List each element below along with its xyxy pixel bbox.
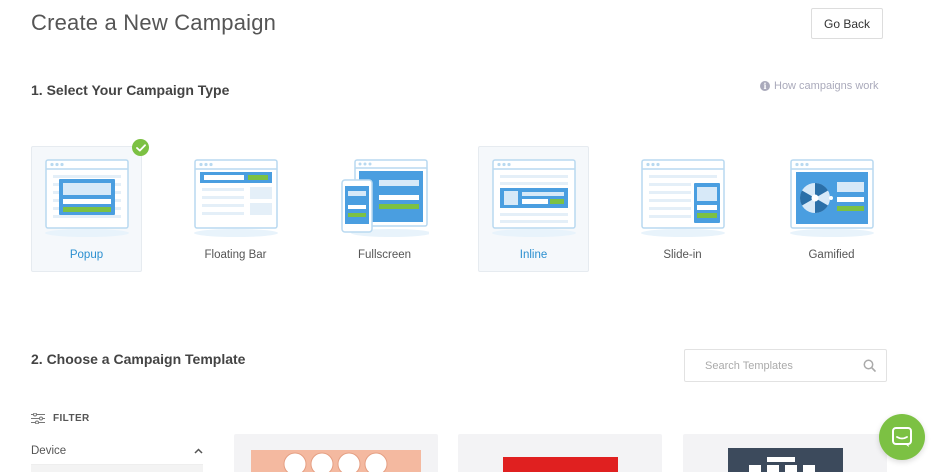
popup-illustration-icon <box>45 159 129 237</box>
campaign-type-label: Fullscreen <box>357 249 412 261</box>
selected-check-icon <box>132 139 149 156</box>
campaign-type-inline[interactable]: Inline <box>478 146 589 272</box>
campaign-type-label: Slide-in <box>663 249 702 261</box>
template-thumbnail <box>728 448 843 472</box>
chat-icon <box>892 427 912 447</box>
template-card[interactable] <box>234 434 438 472</box>
search-templates-box <box>684 349 887 382</box>
slide-in-illustration-icon <box>641 159 725 237</box>
template-thumbnail <box>503 457 618 472</box>
template-thumbnail <box>251 450 421 472</box>
fullscreen-illustration-icon <box>341 159 429 237</box>
section-title-campaign-type: 1. Select Your Campaign Type <box>31 82 230 98</box>
info-icon: i <box>760 81 770 91</box>
device-filter-header[interactable]: Device <box>31 445 203 457</box>
device-filter-label: Device <box>31 445 67 457</box>
campaign-type-gamified[interactable]: Gamified <box>776 146 887 272</box>
chevron-up-icon <box>194 448 203 454</box>
filter-sliders-icon <box>31 413 45 424</box>
template-card[interactable] <box>683 434 887 472</box>
device-filter-divider <box>31 464 203 472</box>
chat-support-button[interactable] <box>879 414 925 460</box>
campaign-type-label: Popup <box>69 249 104 261</box>
filter-toggle[interactable]: FILTER <box>31 413 90 424</box>
campaign-type-label: Inline <box>519 249 548 261</box>
campaign-type-slide-in[interactable]: Slide-in <box>627 146 738 272</box>
page-title: Create a New Campaign <box>31 10 277 35</box>
filter-label: FILTER <box>53 413 90 424</box>
floating-bar-illustration-icon <box>194 159 278 237</box>
campaign-type-list: Popup Floating Bar Fullscreen Inline Sli… <box>31 146 891 272</box>
section-title-campaign-template: 2. Choose a Campaign Template <box>31 351 246 367</box>
campaign-type-floating-bar[interactable]: Floating Bar <box>180 146 291 272</box>
how-campaigns-work-link[interactable]: i How campaigns work <box>760 80 879 92</box>
campaign-type-popup[interactable]: Popup <box>31 146 142 272</box>
template-card[interactable] <box>458 434 662 472</box>
how-campaigns-work-label: How campaigns work <box>774 80 879 92</box>
campaign-type-fullscreen[interactable]: Fullscreen <box>329 146 440 272</box>
go-back-button[interactable]: Go Back <box>811 8 883 39</box>
campaign-type-label: Gamified <box>808 249 855 261</box>
gamified-illustration-icon <box>790 159 874 237</box>
search-icon[interactable] <box>863 359 876 372</box>
inline-illustration-icon <box>492 159 576 237</box>
search-templates-input[interactable] <box>685 350 860 381</box>
campaign-type-label: Floating Bar <box>204 249 267 261</box>
